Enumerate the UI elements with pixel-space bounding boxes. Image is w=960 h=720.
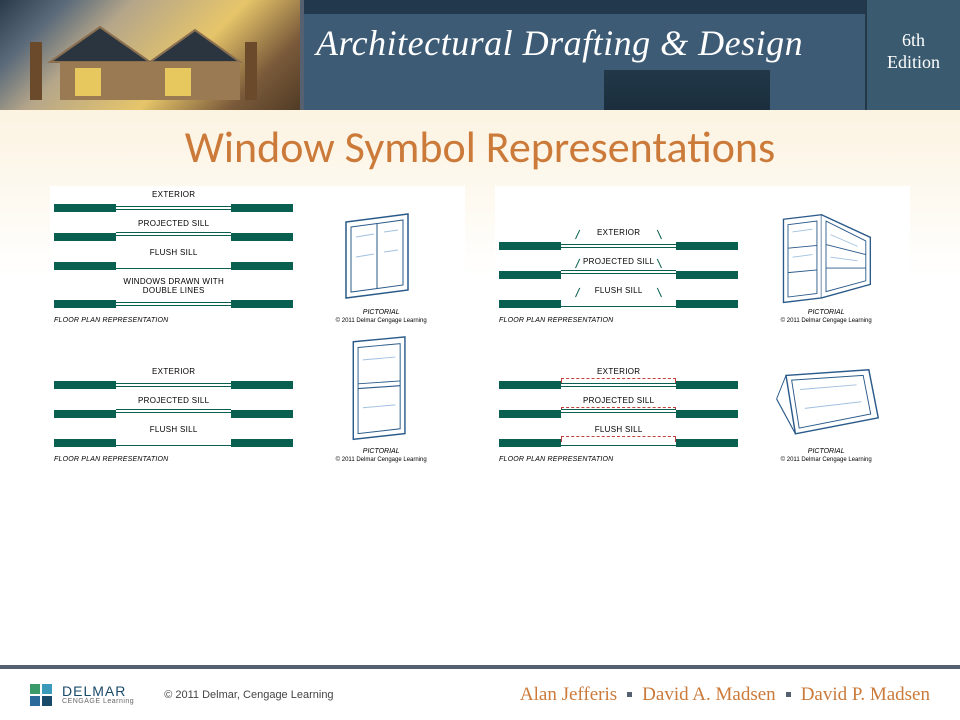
slide-content: Window Symbol Representations EXTERIOR P… xyxy=(0,110,960,665)
diagram-casement: EXTERIOR PROJECTED SILL FLUSH SILL FLOOR… xyxy=(495,186,910,328)
author-2: David A. Madsen xyxy=(642,684,776,706)
delmar-logo-icon xyxy=(30,684,52,706)
banner-photo xyxy=(0,0,340,110)
diagram-double-hung: EXTERIOR PROJECTED SILL FLUSH SILL FLOOR… xyxy=(50,332,465,467)
footer-copyright: © 2011 Delmar, Cengage Learning xyxy=(164,689,333,701)
edition-badge: 6th Edition xyxy=(865,0,960,110)
label-exterior: EXTERIOR xyxy=(152,190,195,199)
label-projected-sill: PROJECTED SILL xyxy=(583,396,654,405)
slide-title: Window Symbol Representations xyxy=(40,120,920,174)
label-projected-sill: PROJECTED SILL xyxy=(138,219,209,228)
label-pictorial: PICTORIAL xyxy=(363,448,400,455)
label-flush-sill: FLUSH SILL xyxy=(595,425,643,434)
logo-sub: CENGAGE Learning xyxy=(62,698,134,705)
header-banner: Architectural Drafting & Design 6th Edit… xyxy=(0,0,960,110)
slide-footer: DELMAR CENGAGE Learning © 2011 Delmar, C… xyxy=(0,665,960,720)
book-title: Architectural Drafting & Design xyxy=(304,14,865,72)
label-floor-plan: FLOOR PLAN REPRESENTATION xyxy=(54,317,168,324)
footer-authors: Alan Jefferis David A. Madsen David P. M… xyxy=(520,684,930,706)
diagram-grid: EXTERIOR PROJECTED SILL FLUSH SILL WINDO… xyxy=(40,186,920,467)
diagram-awning: EXTERIOR PROJECTED SILL FLUSH SILL FLOOR… xyxy=(495,332,910,467)
diagram-copyright: © 2011 Delmar Cengage Learning xyxy=(781,318,872,324)
label-pictorial: PICTORIAL xyxy=(363,309,400,316)
label-exterior: EXTERIOR xyxy=(597,367,640,376)
separator-dot xyxy=(786,692,791,697)
label-flush-sill: FLUSH SILL xyxy=(150,248,198,257)
author-3: David P. Madsen xyxy=(801,684,930,706)
label-floor-plan: FLOOR PLAN REPRESENTATION xyxy=(499,456,613,463)
edition-word: Edition xyxy=(867,52,960,74)
label-pictorial: PICTORIAL xyxy=(808,309,845,316)
logo-main: DELMAR xyxy=(62,684,134,698)
label-flush-sill: FLUSH SILL xyxy=(150,425,198,434)
edition-number: 6th xyxy=(867,30,960,52)
awning-window-pictorial xyxy=(766,366,886,446)
label-exterior: EXTERIOR xyxy=(152,367,195,376)
double-hung-pictorial xyxy=(344,336,419,446)
label-floor-plan: FLOOR PLAN REPRESENTATION xyxy=(54,456,168,463)
diagram-sliding: EXTERIOR PROJECTED SILL FLUSH SILL WINDO… xyxy=(50,186,465,328)
label-double-lines: WINDOWS DRAWN WITH DOUBLE LINES xyxy=(123,277,224,295)
diagram-copyright: © 2011 Delmar Cengage Learning xyxy=(336,457,427,463)
label-floor-plan: FLOOR PLAN REPRESENTATION xyxy=(499,317,613,324)
footer-left: DELMAR CENGAGE Learning © 2011 Delmar, C… xyxy=(30,684,334,706)
author-1: Alan Jefferis xyxy=(520,684,617,706)
label-projected-sill: PROJECTED SILL xyxy=(138,396,209,405)
label-pictorial: PICTORIAL xyxy=(808,448,845,455)
diagram-copyright: © 2011 Delmar Cengage Learning xyxy=(336,318,427,324)
diagram-copyright: © 2011 Delmar Cengage Learning xyxy=(781,457,872,463)
house-photo-svg xyxy=(20,12,300,100)
casement-window-pictorial xyxy=(771,212,881,307)
separator-dot xyxy=(627,692,632,697)
banner-title-area: Architectural Drafting & Design xyxy=(300,0,865,110)
delmar-logo-text: DELMAR CENGAGE Learning xyxy=(62,684,134,705)
sliding-window-pictorial xyxy=(336,212,426,307)
